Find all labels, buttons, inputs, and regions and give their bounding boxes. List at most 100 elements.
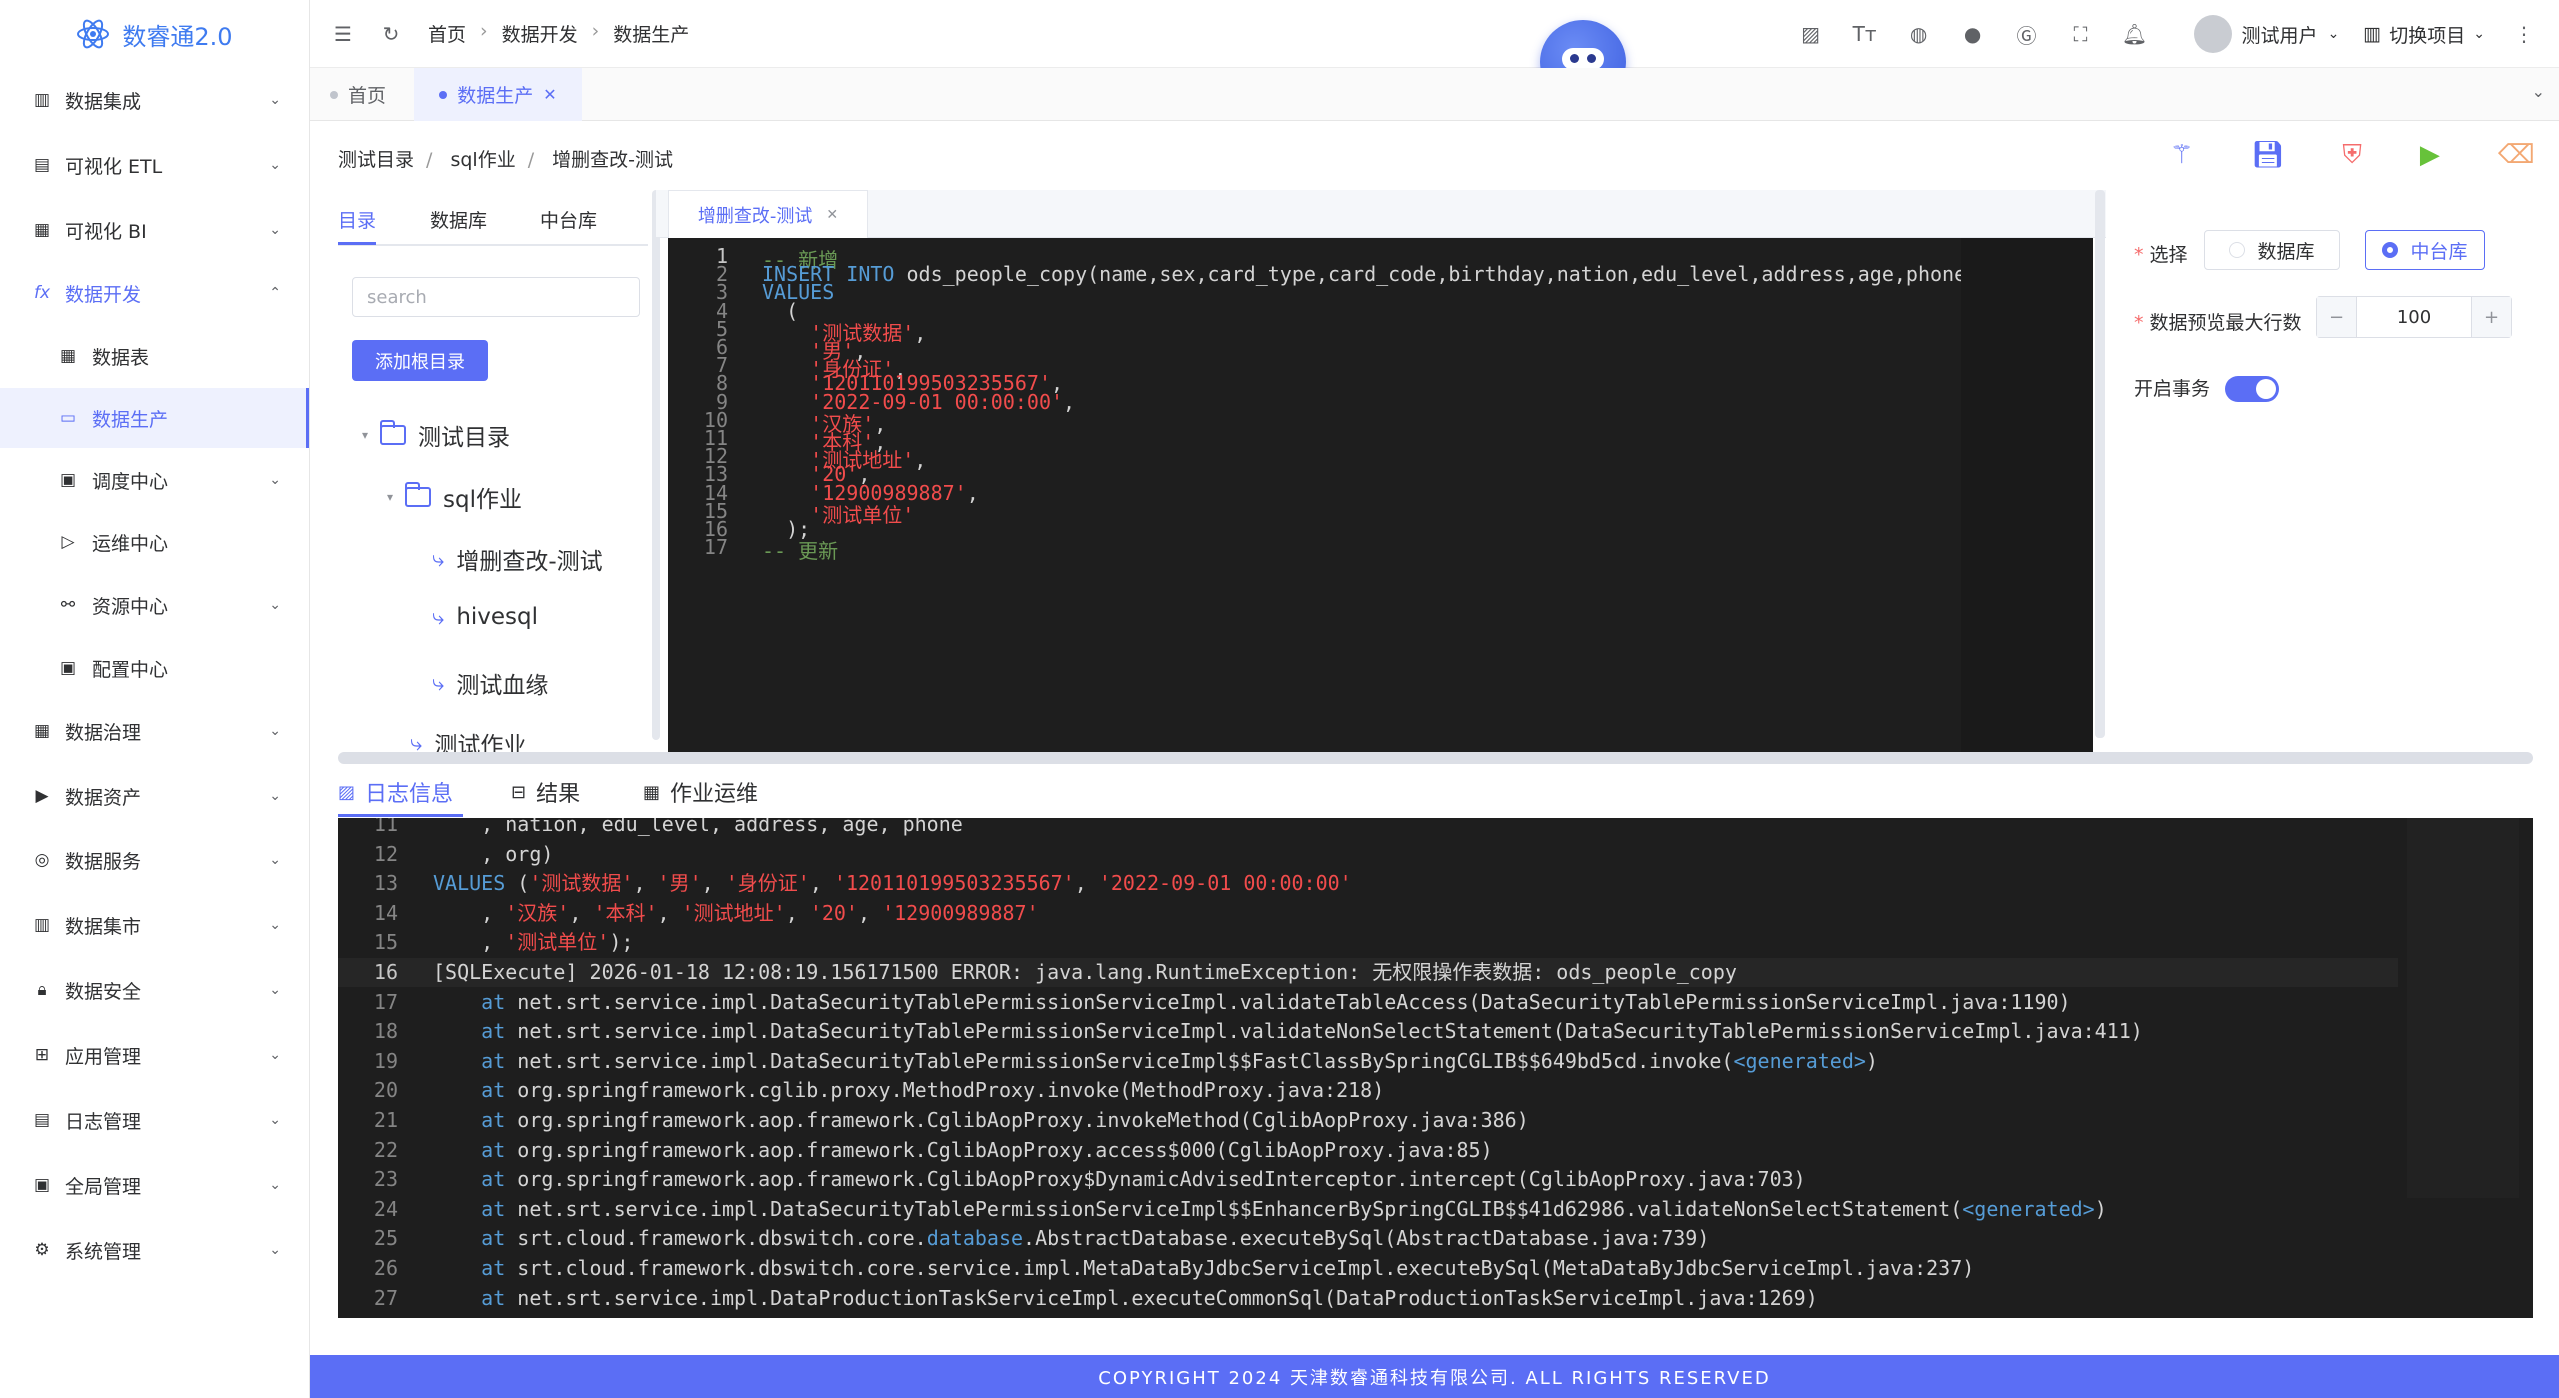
tab-database[interactable]: 数据库 (430, 206, 487, 233)
chevron-up-icon: ⌃ (269, 285, 281, 301)
fullscreen-icon[interactable]: ⛶ (2066, 22, 2096, 46)
menu-data-table[interactable]: ▦ 数据表 (0, 328, 309, 384)
close-icon[interactable]: ✕ (543, 85, 556, 104)
search-input[interactable]: search (352, 277, 640, 317)
menu-data-market[interactable]: ▥ 数据集市 ⌄ (0, 897, 309, 953)
bell-icon[interactable]: 🔔︎ (2120, 22, 2150, 46)
tags-dropdown-icon[interactable]: ⌄ (2532, 82, 2545, 101)
log-line: 17 at net.srt.service.impl.DataSecurityT… (338, 988, 2398, 1017)
chevron-down-icon: ⌄ (269, 788, 281, 804)
menu-data-security[interactable]: 🔒︎ 数据安全 ⌄ (0, 962, 309, 1018)
menu-app-management[interactable]: ⊞ 应用管理 ⌄ (0, 1027, 309, 1083)
radio-database[interactable]: 数据库 (2204, 230, 2340, 270)
breadcrumb-home[interactable]: 首页 (428, 20, 466, 47)
tree-node-crud-test[interactable]: ⤷ 增删查改-测试 (432, 542, 603, 576)
log-line-number: 15 (373, 930, 398, 955)
gitee-icon[interactable]: Ⓖ (2012, 20, 2042, 49)
run-icon[interactable]: ▶ (2420, 140, 2440, 171)
lock-icon: 🔒︎ (37, 980, 47, 1000)
tree-node-sql-folder[interactable]: ▾ sql作业 (387, 480, 522, 514)
log-line: 19 at net.srt.service.impl.DataSecurityT… (338, 1047, 2398, 1076)
menu-visual-bi[interactable]: ▦ 可视化 BI ⌄ (0, 202, 309, 258)
save-icon[interactable]: 💾︎ (2251, 140, 2284, 171)
log-minimap[interactable] (2407, 818, 2519, 1198)
tree-node-test-job[interactable]: ⤷ 测试作业 (410, 726, 526, 753)
tag-data-production[interactable]: 数据生产 ✕ (414, 68, 582, 121)
tab-result[interactable]: ⊟ 结果 (511, 770, 580, 814)
close-icon[interactable]: ✕ (826, 207, 838, 223)
editor-line-number: 17 (703, 535, 728, 560)
max-rows-input[interactable]: 100 (2357, 297, 2471, 337)
log-line-number: 25 (373, 1226, 398, 1251)
menu-resource-center[interactable]: ⚯ 资源中心 ⌄ (0, 577, 309, 633)
menu-data-governance[interactable]: ▦ 数据治理 ⌄ (0, 703, 309, 759)
log-line: 13 VALUES ('测试数据', '男', '身份证', '120110199… (338, 869, 2398, 898)
minus-icon[interactable]: − (2317, 297, 2357, 337)
log-line: 16 [SQLExecute] 2026-01-18 12:08:19.15617… (338, 958, 2398, 987)
menu-visual-etl[interactable]: ▤ 可视化 ETL ⌄ (0, 137, 309, 193)
editor-scrollbar[interactable] (2095, 190, 2105, 738)
split-resizer[interactable] (338, 752, 2533, 764)
sql-file-icon: ⤷ (432, 670, 445, 696)
tab-job-ops[interactable]: ▦ 作业运维 (643, 770, 758, 814)
market-icon: ▥ (33, 915, 51, 935)
menu-ops-center[interactable]: ▷ 运维中心 (0, 514, 309, 570)
menu-data-service[interactable]: ◎ 数据服务 ⌄ (0, 832, 309, 888)
max-rows-stepper[interactable]: − 100 + (2316, 296, 2512, 338)
more-icon[interactable]: ⋮ (2509, 22, 2539, 46)
menu-data-assets[interactable]: ▶ 数据资产 ⌄ (0, 768, 309, 824)
sql-editor[interactable]: 1 -- 新增 2 INSERT INTO ods_people_copy(name,… (668, 238, 2093, 753)
switch-project[interactable]: ▥ 切换项目 ⌄ (2363, 21, 2485, 48)
clear-icon[interactable]: ⌫ (2498, 140, 2535, 171)
user-menu[interactable]: 测试用户 ⌄ (2193, 15, 2339, 53)
app-logo[interactable]: 数睿通2.0 (0, 0, 309, 68)
etl-icon: ▤ (33, 155, 51, 175)
radio-mid-db[interactable]: 中台库 (2365, 230, 2485, 270)
security-check-icon[interactable]: ⛨ (2342, 140, 2362, 171)
tab-mid-db[interactable]: 中台库 (540, 206, 597, 233)
collapse-menu-icon[interactable]: ☰ (328, 22, 358, 46)
tree-node-root[interactable]: ▾ 测试目录 (362, 418, 510, 452)
log-console[interactable]: 11 , nation, edu_level, address, age, ph… (338, 818, 2533, 1318)
menu-log-management[interactable]: ▤ 日志管理 ⌄ (0, 1092, 309, 1148)
plus-icon[interactable]: + (2471, 297, 2511, 337)
chevron-down-icon: ⌄ (269, 1112, 281, 1128)
image-icon[interactable]: ▨ (1796, 22, 1826, 46)
font-size-icon[interactable]: Tт (1850, 22, 1880, 46)
editor-minimap[interactable] (1961, 238, 2093, 753)
menu-system-management[interactable]: ⚙ 系统管理 ⌄ (0, 1222, 309, 1278)
tab-log-info[interactable]: ▨ 日志信息 (338, 770, 453, 814)
log-line-number: 11 (373, 818, 398, 836)
magic-wand-icon[interactable]: ⚚ (2170, 140, 2193, 171)
log-text: at net.srt.service.impl.DataSecurityTabl… (481, 1019, 2143, 1044)
menu-data-dev[interactable]: fx 数据开发 ⌃ (0, 265, 309, 321)
log-line-number: 23 (373, 1167, 398, 1192)
refresh-icon[interactable]: ↻ (376, 22, 406, 46)
left-panel-scrollbar[interactable] (652, 190, 660, 740)
fx-icon: fx (33, 283, 51, 303)
log-text: at net.srt.service.impl.DataSecurityTabl… (481, 1048, 1878, 1073)
language-icon[interactable]: ◍ (1904, 22, 1934, 46)
menu-global-management[interactable]: ▣ 全局管理 ⌄ (0, 1157, 309, 1213)
bi-icon: ▦ (33, 220, 51, 240)
menu-data-production[interactable]: ▭ 数据生产 (0, 388, 309, 448)
tab-catalog[interactable]: 目录 (338, 206, 376, 233)
sql-file-icon: ⤷ (432, 604, 445, 630)
menu-config-center[interactable]: ▣ 配置中心 (0, 640, 309, 696)
menu-data-integration[interactable]: ▥ 数据集成 ⌄ (0, 72, 309, 128)
tree-node-lineage-test[interactable]: ⤷ 测试血缘 (432, 666, 548, 700)
tag-home[interactable]: 首页 (330, 68, 386, 121)
bottom-tabs: ▨ 日志信息 ⊟ 结果 ▦ 作业运维 (338, 770, 2533, 818)
menu-schedule-center[interactable]: ▣ 调度中心 ⌄ (0, 452, 309, 508)
editor-tab-crud-test[interactable]: 增删查改-测试 ✕ (668, 190, 868, 238)
github-icon[interactable]: ● (1958, 22, 1988, 46)
add-root-dir-button[interactable]: 添加根目录 (352, 340, 488, 381)
calendar-icon: ▦ (643, 781, 661, 803)
log-line: 24 at net.srt.service.impl.DataSecurityT… (338, 1195, 2398, 1224)
transaction-toggle[interactable] (2225, 376, 2279, 402)
log-icon: ▤ (33, 1110, 51, 1130)
breadcrumb-dev[interactable]: 数据开发 (502, 20, 578, 47)
log-line-number: 21 (373, 1108, 398, 1132)
editor-tabs: 增删查改-测试 ✕ (656, 190, 2106, 238)
tree-node-hivesql[interactable]: ⤷ hivesql (432, 604, 538, 630)
